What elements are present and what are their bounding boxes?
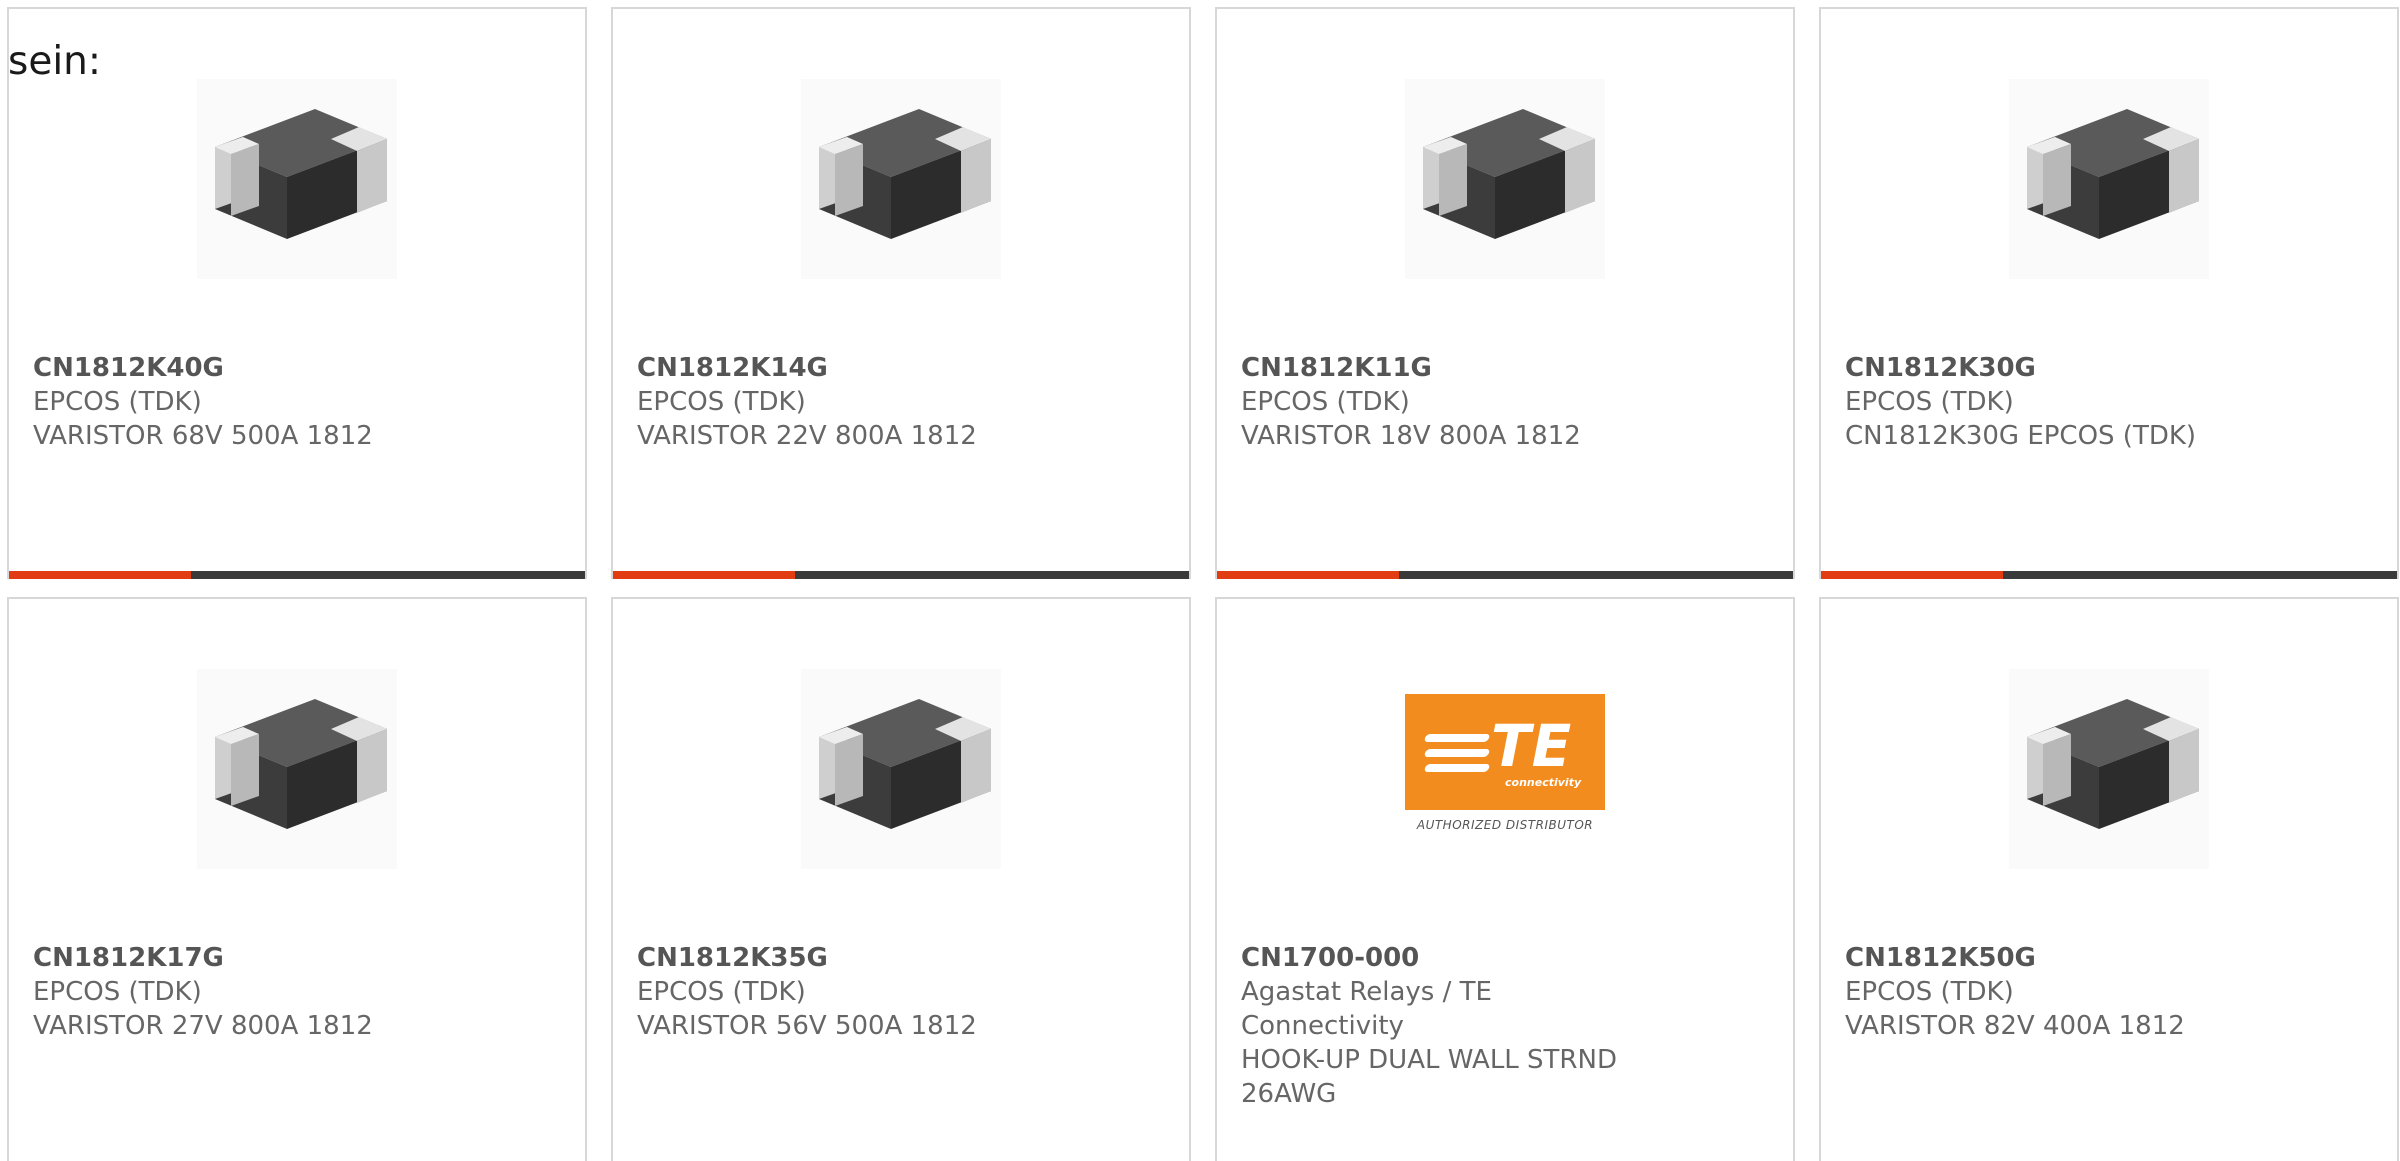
product-manufacturer: EPCOS (TDK) [1241, 387, 1410, 417]
card-bar-accent [613, 571, 795, 579]
product-part-number[interactable]: CN1812K11G [1241, 351, 1661, 385]
card-progress-bar [613, 571, 1189, 579]
product-manufacturer: Agastat Relays / TE Connectivity [1241, 977, 1492, 1041]
product-description: VARISTOR 56V 500A 1812 [637, 1011, 977, 1041]
product-manufacturer: EPCOS (TDK) [33, 977, 202, 1007]
product-image[interactable] [801, 669, 1001, 869]
product-description: VARISTOR 82V 400A 1812 [1845, 1011, 2185, 1041]
product-description: CN1812K30G EPCOS (TDK) [1845, 421, 2197, 451]
product-image[interactable]: TE connectivity AUTHORIZED DISTRIBUTOR [1405, 669, 1605, 869]
product-manufacturer: EPCOS (TDK) [1845, 387, 2014, 417]
product-image[interactable] [2009, 669, 2209, 869]
product-card[interactable]: TE connectivity AUTHORIZED DISTRIBUTOR C… [1215, 597, 1795, 1161]
card-progress-bar [9, 571, 585, 579]
product-image[interactable] [2009, 79, 2209, 279]
smd-chip-icon [801, 79, 1001, 279]
product-grid: CN1812K40G EPCOS (TDK) VARISTOR 68V 500A… [7, 7, 2399, 1161]
card-progress-bar [1821, 571, 2397, 579]
product-part-number[interactable]: CN1700-000 [1241, 941, 1661, 975]
product-description: VARISTOR 68V 500A 1812 [33, 421, 373, 451]
product-description: HOOK-UP DUAL WALL STRND 26AWG [1241, 1045, 1617, 1109]
product-description: VARISTOR 18V 800A 1812 [1241, 421, 1581, 451]
smd-chip-icon [801, 669, 1001, 869]
product-card[interactable]: CN1812K40G EPCOS (TDK) VARISTOR 68V 500A… [7, 7, 587, 579]
te-logo-sub: connectivity [1505, 776, 1582, 789]
smd-chip-icon [197, 79, 397, 279]
product-manufacturer: EPCOS (TDK) [33, 387, 202, 417]
te-logo-box: TE connectivity [1405, 694, 1605, 810]
product-image[interactable] [197, 79, 397, 279]
product-card[interactable]: CN1812K30G EPCOS (TDK) CN1812K30G EPCOS … [1819, 7, 2399, 579]
te-connectivity-logo: TE connectivity AUTHORIZED DISTRIBUTOR [1405, 694, 1605, 844]
product-description: VARISTOR 22V 800A 1812 [637, 421, 977, 451]
smd-chip-icon [197, 669, 397, 869]
smd-chip-icon [1405, 79, 1605, 279]
product-part-number[interactable]: CN1812K35G [637, 941, 1057, 975]
product-card[interactable]: CN1812K14G EPCOS (TDK) VARISTOR 22V 800A… [611, 7, 1191, 579]
te-logo-word: TE [1491, 712, 1573, 780]
smd-chip-icon [2009, 669, 2209, 869]
card-bar-accent [1217, 571, 1399, 579]
product-card[interactable]: CN1812K35G EPCOS (TDK) VARISTOR 56V 500A… [611, 597, 1191, 1161]
product-image[interactable] [197, 669, 397, 869]
product-card[interactable]: CN1812K11G EPCOS (TDK) VARISTOR 18V 800A… [1215, 7, 1795, 579]
product-description: VARISTOR 27V 800A 1812 [33, 1011, 373, 1041]
smd-chip-icon [2009, 79, 2209, 279]
card-progress-bar [1217, 571, 1793, 579]
te-logo-caption: AUTHORIZED DISTRIBUTOR [1416, 818, 1594, 832]
product-card[interactable]: CN1812K50G EPCOS (TDK) VARISTOR 82V 400A… [1819, 597, 2399, 1161]
product-part-number[interactable]: CN1812K50G [1845, 941, 2265, 975]
product-card[interactable]: CN1812K17G EPCOS (TDK) VARISTOR 27V 800A… [7, 597, 587, 1161]
product-manufacturer: EPCOS (TDK) [1845, 977, 2014, 1007]
product-image[interactable] [801, 79, 1001, 279]
product-manufacturer: EPCOS (TDK) [637, 977, 806, 1007]
intro-text: sein: [8, 39, 102, 84]
card-bar-accent [1821, 571, 2003, 579]
product-part-number[interactable]: CN1812K30G [1845, 351, 2265, 385]
product-part-number[interactable]: CN1812K17G [33, 941, 453, 975]
te-logo-lines-icon [1423, 734, 1491, 779]
product-part-number[interactable]: CN1812K40G [33, 351, 453, 385]
product-manufacturer: EPCOS (TDK) [637, 387, 806, 417]
product-image[interactable] [1405, 79, 1605, 279]
product-part-number[interactable]: CN1812K14G [637, 351, 1057, 385]
card-bar-accent [9, 571, 191, 579]
